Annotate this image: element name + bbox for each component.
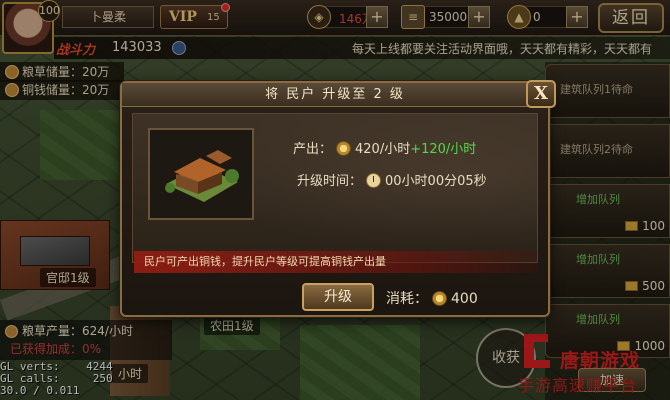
copper-coin-icon: [336, 141, 352, 156]
clock-icon: [366, 173, 382, 188]
dialog-title: 将 民户 升级至 2 级: [122, 83, 548, 107]
time-line: 升级时间： 00小时00分05秒: [297, 170, 487, 189]
output-line: 产出： 420/小时+120/小时: [293, 138, 476, 157]
cost-value: 400: [451, 291, 478, 307]
close-button[interactable]: X: [526, 80, 556, 108]
output-label: 产出：: [293, 142, 333, 157]
output-base: 420/小时: [355, 142, 411, 157]
copper-coin-icon: [432, 291, 447, 306]
building-preview: [148, 128, 254, 220]
upgrade-button[interactable]: 升级: [302, 283, 374, 311]
dialog-body: 产出： 420/小时+120/小时 升级时间： 00小时00分05秒: [132, 113, 538, 263]
time-value: 00小时00分05秒: [385, 174, 487, 189]
cost-line: 消耗： 400: [386, 288, 478, 308]
tip-banner: 民户可产出铜钱，提升民户等级可提高铜钱产出量: [134, 251, 538, 273]
cost-label: 消耗：: [386, 291, 428, 307]
output-bonus: +120/小时: [410, 142, 477, 157]
residence-building-icon: [165, 150, 239, 202]
time-label: 升级时间：: [297, 174, 363, 189]
upgrade-dialog: 将 民户 升级至 2 级 X 产出： 420/小时+120/小时 升级时间： 00小…: [120, 80, 556, 317]
